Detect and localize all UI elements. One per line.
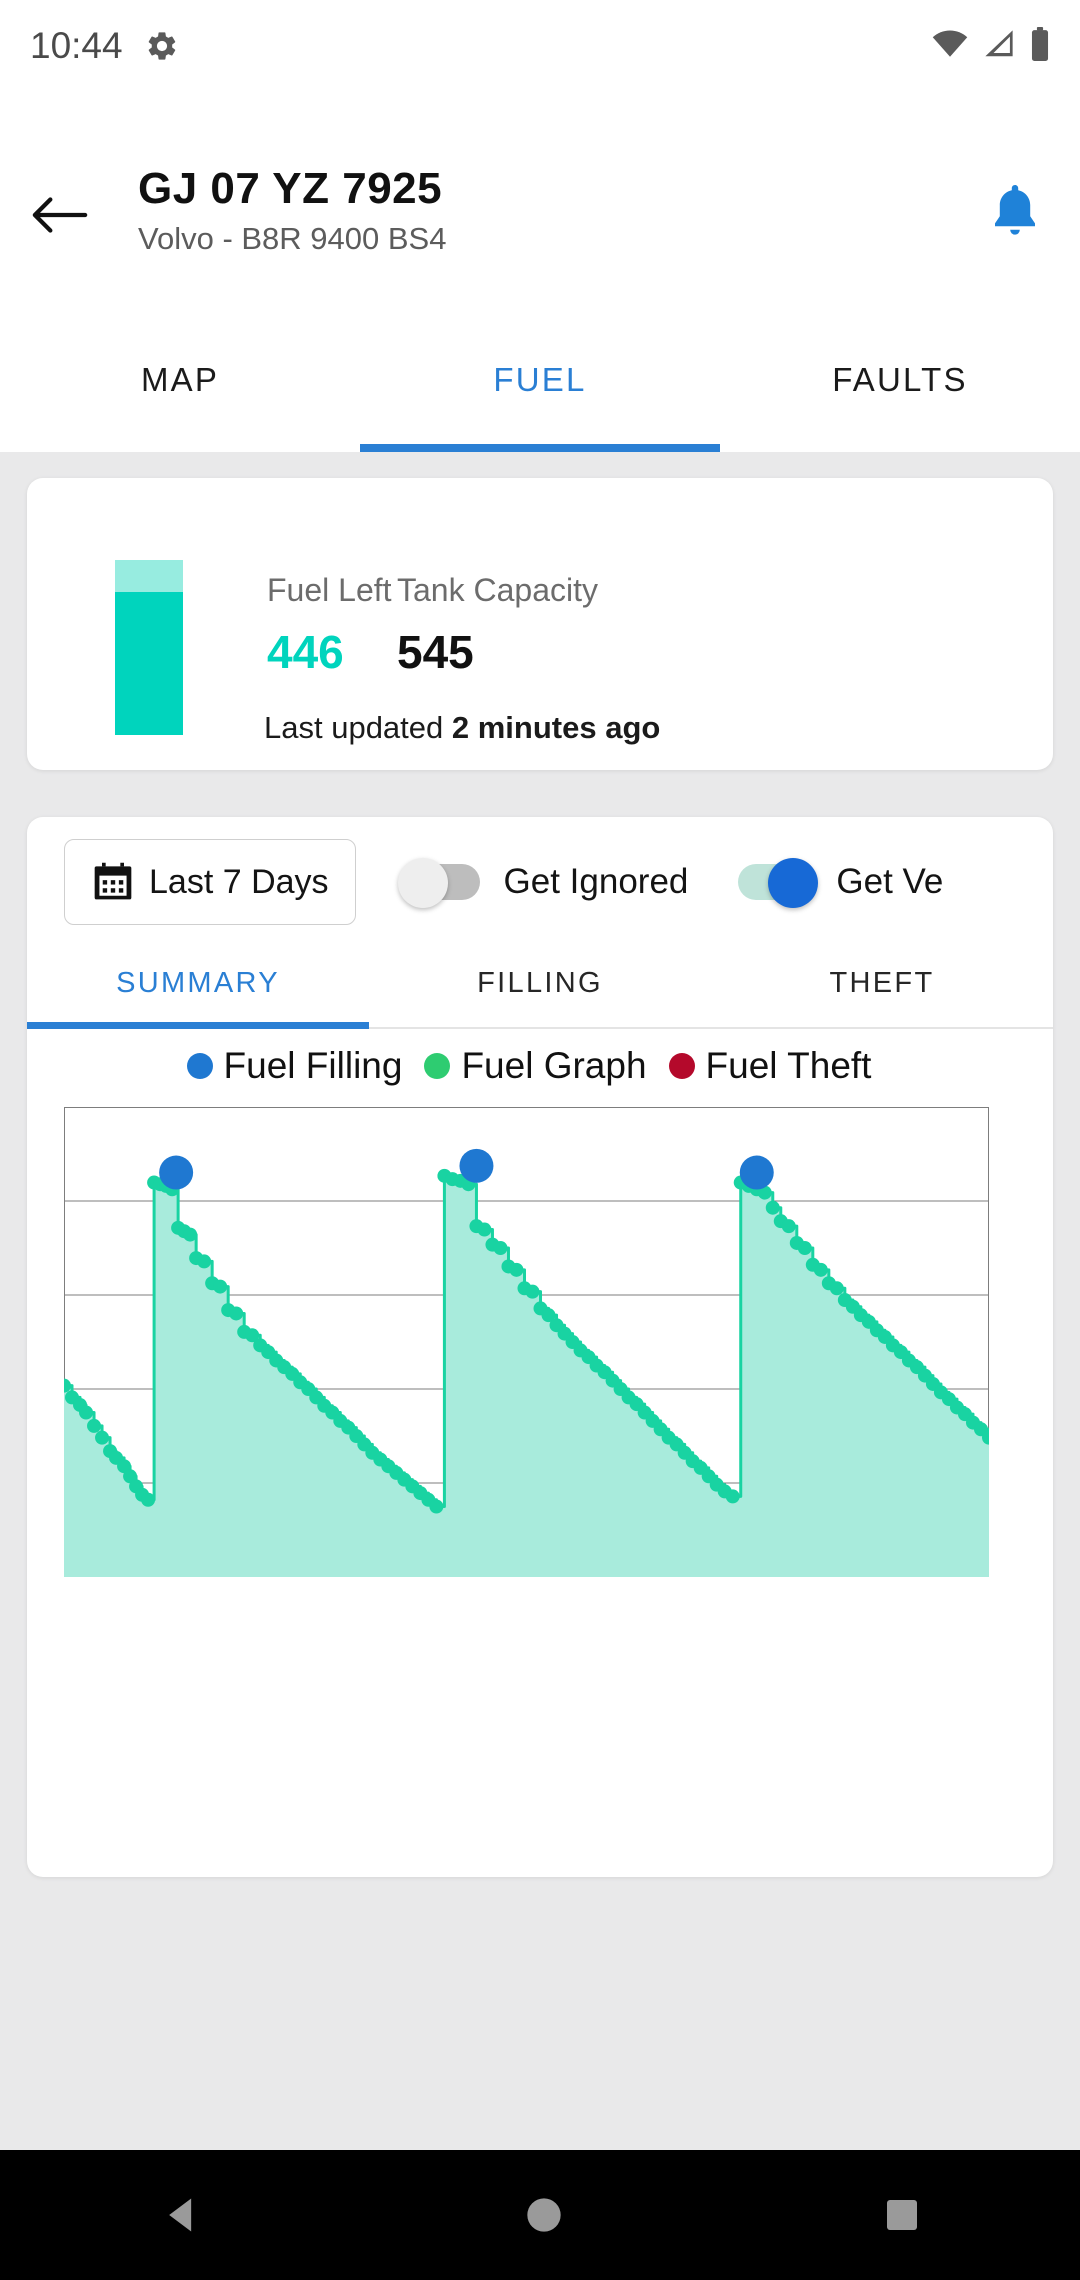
fuel-graph-card: Last 7 Days Get Ignored Get Ve SUMMARY F… bbox=[27, 817, 1053, 1877]
get-ignored-toggle-wrap: Get Ignored bbox=[397, 858, 689, 908]
gauge-fill-portion bbox=[115, 592, 183, 735]
app-root: 10:44 GJ 07 YZ 7925 Volvo - B8R 9400 BS4… bbox=[0, 0, 1080, 2280]
last-updated-value: 2 minutes ago bbox=[451, 710, 661, 745]
last-updated: Last updated 2 minutes ago bbox=[264, 710, 660, 746]
legend-dot-filling bbox=[186, 1053, 213, 1079]
legend-label-theft: Fuel Theft bbox=[705, 1045, 872, 1086]
date-range-button[interactable]: Last 7 Days bbox=[64, 839, 356, 925]
get-ignored-label: Get Ignored bbox=[503, 862, 689, 901]
tab-map[interactable]: MAP bbox=[0, 329, 360, 452]
subtab-summary[interactable]: SUMMARY bbox=[27, 949, 369, 1029]
android-nav-bar bbox=[0, 2150, 1080, 2280]
main-tabs: MAP FUEL FAULTS bbox=[0, 329, 1080, 452]
graph-controls: Last 7 Days Get Ignored Get Ve bbox=[27, 817, 1053, 947]
get-ignored-toggle[interactable] bbox=[397, 858, 486, 908]
legend-item-fuel-filling: Fuel Filling bbox=[186, 1045, 403, 1087]
circle-home-icon bbox=[527, 2198, 561, 2232]
app-header: GJ 07 YZ 7925 Volvo - B8R 9400 BS4 bbox=[0, 92, 1080, 329]
legend-dot-theft bbox=[668, 1053, 695, 1079]
legend-label-graph: Fuel Graph bbox=[461, 1045, 647, 1086]
tank-capacity-block: Tank Capacity 545 bbox=[397, 572, 598, 679]
subtab-filling[interactable]: FILLING bbox=[369, 949, 711, 1027]
date-range-label: Last 7 Days bbox=[149, 862, 329, 901]
tab-fuel[interactable]: FUEL bbox=[360, 329, 720, 452]
status-time: 10:44 bbox=[30, 25, 123, 66]
status-bar: 10:44 bbox=[0, 0, 1080, 92]
chart-legend: Fuel Filling Fuel Graph Fuel Theft bbox=[27, 1045, 1053, 1087]
back-button[interactable] bbox=[0, 185, 120, 237]
gear-icon bbox=[145, 29, 179, 63]
tab-faults[interactable]: FAULTS bbox=[720, 329, 1080, 452]
get-verified-toggle-wrap: Get Ve bbox=[730, 858, 944, 908]
get-verified-toggle[interactable] bbox=[730, 858, 819, 908]
last-updated-prefix: Last updated bbox=[264, 710, 444, 745]
get-verified-label: Get Ve bbox=[836, 862, 944, 901]
legend-label-filling: Fuel Filling bbox=[223, 1045, 403, 1086]
battery-icon bbox=[1030, 26, 1050, 66]
nav-recents-button[interactable] bbox=[884, 2197, 920, 2233]
notification-button[interactable] bbox=[950, 181, 1080, 241]
calendar-icon bbox=[94, 862, 132, 900]
tank-capacity-label: Tank Capacity bbox=[397, 572, 598, 608]
signal-icon bbox=[982, 29, 1016, 64]
fuel-stats: Fuel Left 446 Tank Capacity 545 bbox=[267, 572, 598, 679]
legend-dot-graph bbox=[424, 1053, 451, 1079]
nav-home-button[interactable] bbox=[524, 2195, 564, 2235]
fuel-area-chart[interactable] bbox=[57, 1107, 996, 1577]
tank-capacity-value: 545 bbox=[397, 626, 474, 678]
bell-icon bbox=[995, 184, 1035, 235]
chart-svg bbox=[57, 1107, 996, 1577]
subtab-theft[interactable]: THEFT bbox=[711, 949, 1053, 1027]
fuel-left-label: Fuel Left bbox=[267, 572, 392, 608]
header-titles: GJ 07 YZ 7925 Volvo - B8R 9400 BS4 bbox=[120, 164, 950, 257]
arrow-left-icon bbox=[32, 196, 88, 233]
wifi-icon bbox=[932, 29, 968, 64]
legend-item-fuel-theft: Fuel Theft bbox=[668, 1045, 872, 1087]
square-recents-icon bbox=[887, 2200, 917, 2230]
fuel-left-value: 446 bbox=[267, 626, 344, 678]
toggle-knob bbox=[768, 858, 819, 908]
legend-item-fuel-graph: Fuel Graph bbox=[424, 1045, 647, 1087]
status-icons bbox=[932, 26, 1050, 66]
graph-subtabs: SUMMARY FILLING THEFT bbox=[27, 949, 1053, 1029]
triangle-back-icon bbox=[169, 2198, 192, 2232]
scroll-body[interactable]: Fuel Left 446 Tank Capacity 545 Last upd… bbox=[0, 452, 1080, 2280]
vehicle-model: Volvo - B8R 9400 BS4 bbox=[138, 220, 447, 256]
nav-back-button[interactable] bbox=[160, 2193, 204, 2237]
page-title: GJ 07 YZ 7925 bbox=[138, 164, 443, 214]
fuel-left-block: Fuel Left 446 bbox=[267, 572, 397, 679]
toggle-knob bbox=[397, 858, 448, 908]
gauge-empty-portion bbox=[115, 560, 183, 593]
fuel-summary-card: Fuel Left 446 Tank Capacity 545 Last upd… bbox=[27, 478, 1053, 770]
fuel-gauge bbox=[115, 560, 183, 735]
